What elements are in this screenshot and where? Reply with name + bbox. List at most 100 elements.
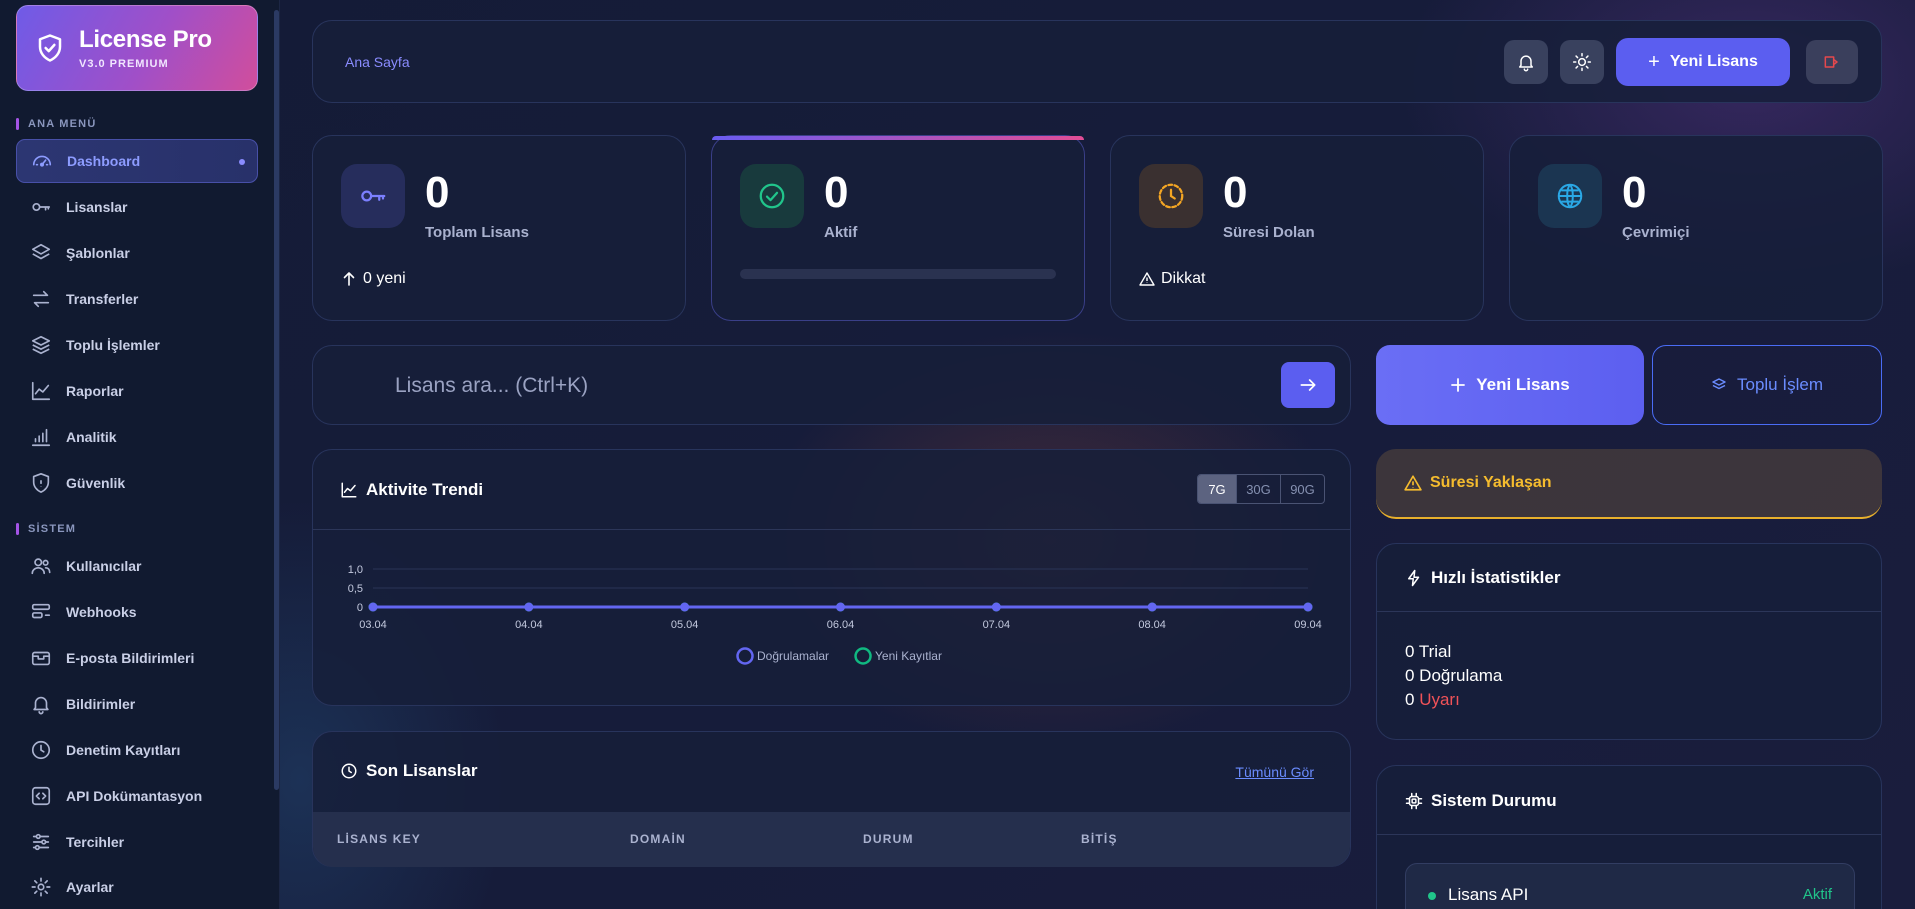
x-tick-label: 07.04 bbox=[983, 619, 1011, 631]
warning-count-value: 0 bbox=[1405, 690, 1415, 709]
new-license-label: Yeni Lisans bbox=[1669, 53, 1758, 70]
check-circle-icon bbox=[759, 183, 785, 209]
data-point bbox=[524, 602, 534, 612]
chip-icon bbox=[1405, 792, 1423, 810]
panel-title: Süresi Yaklaşan bbox=[1404, 474, 1552, 492]
sidebar-item-label: Transferler bbox=[66, 291, 139, 307]
stat-value: 0 bbox=[425, 168, 450, 217]
column-header[interactable]: BİTİŞ bbox=[1081, 832, 1118, 846]
sidebar-item-settings[interactable]: Ayarlar bbox=[16, 865, 258, 909]
bell-icon bbox=[33, 696, 49, 715]
code-icon bbox=[31, 786, 51, 806]
data-point bbox=[1147, 602, 1157, 612]
sidebar-item-webhooks[interactable]: Webhooks bbox=[16, 590, 258, 634]
bars-icon bbox=[31, 428, 51, 447]
brand-card[interactable]: License Pro V3.0 PREMIUM bbox=[16, 5, 258, 91]
sidebar-item-security[interactable]: Güvenlik bbox=[16, 461, 258, 505]
range-90g[interactable]: 90G bbox=[1280, 475, 1324, 503]
legend-label: Doğrulamalar bbox=[757, 649, 829, 663]
search-submit-button[interactable] bbox=[1281, 362, 1335, 408]
panel-divider bbox=[313, 529, 1350, 530]
sidebar-item-licenses[interactable]: Lisanslar bbox=[16, 185, 258, 229]
stat-icon-bg bbox=[1139, 164, 1203, 228]
nav-section-system: SİSTEM bbox=[16, 523, 76, 535]
legend-label: Yeni Kayıtlar bbox=[875, 649, 942, 663]
sidebar-item-analytics[interactable]: Analitik bbox=[16, 415, 258, 459]
see-all-link[interactable]: Tümünü Gör bbox=[1235, 764, 1314, 780]
y-tick-label: 0 bbox=[357, 602, 363, 614]
activity-trend-panel: Aktivite Trendi 7G 30G 90G 1,0 0,5 0 03.04 0… bbox=[312, 449, 1351, 706]
warning-label: Uyarı bbox=[1419, 690, 1460, 709]
stat-card-total[interactable]: 0 Toplam Lisans 0 yeni bbox=[312, 135, 686, 321]
sidebar-scrollbar[interactable] bbox=[274, 10, 279, 790]
bulk-operation-label: Toplu İşlem bbox=[1737, 375, 1823, 394]
sidebar-item-label: Bildirimler bbox=[66, 696, 136, 712]
sidebar-item-label: Toplu İşlemler bbox=[66, 337, 160, 353]
theme-toggle-button[interactable] bbox=[1560, 40, 1604, 84]
range-7g[interactable]: 7G bbox=[1198, 475, 1236, 503]
x-tick-label: 06.04 bbox=[827, 619, 855, 631]
stat-card-online[interactable]: 0 Çevrimiçi bbox=[1509, 135, 1883, 321]
active-indicator bbox=[239, 159, 245, 165]
new-license-button[interactable]: + Yeni Lisans bbox=[1616, 38, 1790, 86]
sidebar-item-audit-logs[interactable]: Denetim Kayıtları bbox=[16, 728, 258, 772]
trend-icon bbox=[341, 482, 357, 498]
sidebar-item-label: E-posta Bildirimleri bbox=[66, 650, 195, 666]
card-accent-bar bbox=[712, 136, 1084, 140]
panel-title-text: Aktivite Trendi bbox=[366, 480, 484, 499]
stat-footer: 0 yeni bbox=[341, 270, 406, 288]
stat-value: 0 bbox=[1223, 168, 1248, 217]
service-row[interactable]: Lisans API Aktif bbox=[1405, 863, 1855, 909]
sidebar-item-bulk[interactable]: Toplu İşlemler bbox=[16, 323, 258, 367]
layers-icon bbox=[31, 243, 51, 260]
sidebar-item-dashboard[interactable]: Dashboard bbox=[16, 139, 258, 183]
data-point bbox=[991, 602, 1001, 612]
stat-label: Toplam Lisans bbox=[425, 224, 529, 241]
panel-title: Hızlı İstatistikler bbox=[1405, 568, 1560, 588]
sliders-icon bbox=[32, 833, 50, 851]
sidebar-item-api-docs[interactable]: API Dokümantasyon bbox=[16, 774, 258, 818]
range-30g[interactable]: 30G bbox=[1236, 475, 1280, 503]
bulk-operation-button[interactable]: Toplu İşlem bbox=[1652, 345, 1882, 425]
sidebar-item-email-notifications[interactable]: E-posta Bildirimleri bbox=[16, 636, 258, 680]
sidebar-item-label: Raporlar bbox=[66, 383, 124, 399]
sidebar-item-label: Kullanıcılar bbox=[66, 558, 142, 574]
sidebar-item-notifications[interactable]: Bildirimler bbox=[16, 682, 258, 726]
bell-icon bbox=[1519, 55, 1533, 72]
sidebar-item-templates[interactable]: Şablonlar bbox=[16, 231, 258, 275]
sidebar-item-transfers[interactable]: Transferler bbox=[16, 277, 258, 321]
stat-footer-text: Dikkat bbox=[1161, 270, 1206, 287]
data-point bbox=[368, 602, 378, 612]
panel-title-text: Son Lisanslar bbox=[366, 761, 478, 780]
system-status-panel: Sistem Durumu Lisans API Aktif bbox=[1376, 765, 1882, 909]
column-header[interactable]: DURUM bbox=[863, 832, 914, 846]
sidebar-item-label: Ayarlar bbox=[66, 879, 114, 895]
sidebar-item-preferences[interactable]: Tercihler bbox=[16, 820, 258, 864]
quick-new-license-button[interactable]: Yeni Lisans bbox=[1376, 345, 1644, 425]
stat-card-expired[interactable]: 0 Süresi Dolan Dikkat bbox=[1110, 135, 1484, 321]
stat-footer: Dikkat bbox=[1139, 270, 1205, 288]
search-input[interactable] bbox=[395, 368, 1265, 404]
sun-icon bbox=[1572, 52, 1592, 72]
notifications-button[interactable] bbox=[1504, 40, 1548, 84]
column-header[interactable]: LİSANS KEY bbox=[337, 832, 421, 846]
logout-button[interactable] bbox=[1806, 40, 1858, 84]
verification-count: 0 Doğrulama bbox=[1405, 666, 1503, 685]
stat-icon-bg bbox=[1538, 164, 1602, 228]
x-tick-label: 08.04 bbox=[1138, 619, 1166, 631]
stat-icon-bg bbox=[341, 164, 405, 228]
stat-card-active[interactable]: 0 Aktif bbox=[711, 135, 1085, 321]
sidebar-item-label: Güvenlik bbox=[66, 475, 126, 491]
x-tick-label: 09.04 bbox=[1294, 619, 1322, 631]
brand-subtitle: V3.0 PREMIUM bbox=[79, 58, 169, 70]
breadcrumb[interactable]: Ana Sayfa bbox=[345, 54, 410, 70]
stack-icon bbox=[31, 335, 51, 355]
nav-section-main: ANA MENÜ bbox=[16, 118, 96, 130]
clock-icon bbox=[1158, 183, 1184, 209]
sidebar-item-reports[interactable]: Raporlar bbox=[16, 369, 258, 413]
sidebar-item-users[interactable]: Kullanıcılar bbox=[16, 544, 258, 588]
expiring-soon-panel[interactable]: Süresi Yaklaşan bbox=[1376, 449, 1882, 519]
sidebar-item-label: Tercihler bbox=[66, 834, 125, 850]
column-header[interactable]: DOMAİN bbox=[630, 832, 686, 846]
legend-marker bbox=[736, 647, 754, 665]
